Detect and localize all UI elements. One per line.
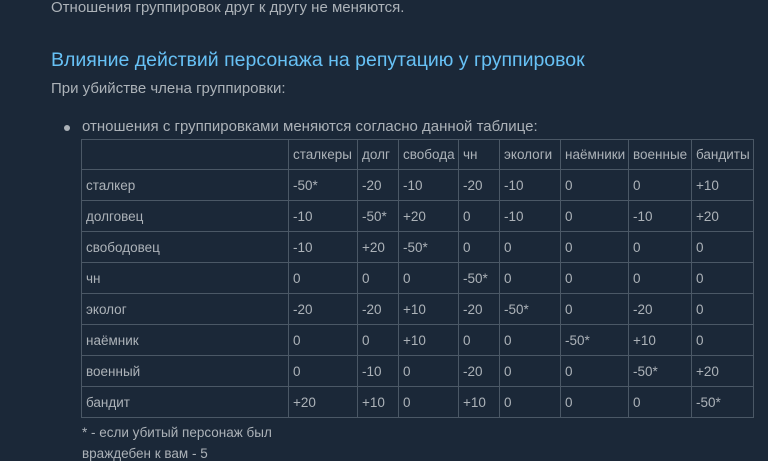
- bullet-item: отношения с группировками меняются согла…: [82, 118, 538, 135]
- table-cell: -10: [499, 200, 561, 232]
- table-cell: +20: [691, 355, 754, 387]
- column-header: [81, 139, 289, 170]
- table-cell: 0: [560, 231, 629, 263]
- table-cell: 0: [499, 386, 561, 418]
- row-label: свободовец: [81, 231, 289, 263]
- table-cell: -20: [628, 293, 692, 325]
- table-row: наёмник 0 0 +10 0 0 -50* +10 0: [81, 324, 754, 356]
- table-cell: -50*: [398, 231, 459, 263]
- table-cell: -50*: [691, 386, 754, 418]
- table-cell: 0: [691, 324, 754, 356]
- table-cell: 0: [499, 355, 561, 387]
- table-cell: 0: [288, 262, 358, 294]
- table-cell: 0: [288, 355, 358, 387]
- table-cell: -20: [458, 169, 500, 201]
- column-header: сталкеры: [288, 139, 358, 170]
- table-cell: 0: [458, 324, 500, 356]
- table-cell: 0: [499, 324, 561, 356]
- bullet-icon: [64, 125, 70, 131]
- table-cell: -50*: [560, 324, 629, 356]
- table-cell: 0: [560, 262, 629, 294]
- table-cell: +20: [357, 231, 399, 263]
- table-row: эколог -20 -20 +10 -20 -50* 0 -20 0: [81, 293, 754, 325]
- column-header: экологи: [499, 139, 561, 170]
- intro-note: Отношения группировок друг к другу не ме…: [51, 0, 405, 16]
- table-cell: +10: [628, 324, 692, 356]
- footnote-continuation: враждебен к вам - 5: [82, 446, 208, 461]
- section-heading: Влияние действий персонажа на репутацию …: [51, 49, 585, 71]
- table-cell: 0: [499, 231, 561, 263]
- table-cell: 0: [560, 355, 629, 387]
- table-row: чн 0 0 0 -50* 0 0 0 0: [81, 262, 754, 294]
- column-header: военные: [628, 139, 692, 170]
- table-cell: +20: [398, 200, 459, 232]
- table-cell: -50*: [499, 293, 561, 325]
- table-cell: -50*: [288, 169, 358, 201]
- table-row: сталкер -50* -20 -10 -20 -10 0 0 +10: [81, 169, 754, 201]
- table-cell: 0: [628, 386, 692, 418]
- table-row: свободовец -10 +20 -50* 0 0 0 0 0: [81, 231, 754, 263]
- table-cell: -10: [499, 169, 561, 201]
- table-cell: 0: [691, 293, 754, 325]
- table-cell: +10: [357, 386, 399, 418]
- table-cell: 0: [398, 386, 459, 418]
- table-cell: 0: [628, 262, 692, 294]
- table-cell: 0: [357, 324, 399, 356]
- table-cell: -20: [458, 293, 500, 325]
- table-cell: +20: [288, 386, 358, 418]
- table-cell: -10: [628, 200, 692, 232]
- row-label: наёмник: [81, 324, 289, 356]
- table-cell: 0: [628, 231, 692, 263]
- reputation-table: сталкеры долг свобода чн экологи наёмник…: [81, 139, 754, 418]
- row-label: эколог: [81, 293, 289, 325]
- table-cell: 0: [560, 169, 629, 201]
- table-cell: -20: [288, 293, 358, 325]
- table-cell: 0: [398, 355, 459, 387]
- table-cell: 0: [691, 231, 754, 263]
- row-label: долговец: [81, 200, 289, 232]
- table-cell: -10: [398, 169, 459, 201]
- table-header-row: сталкеры долг свобода чн экологи наёмник…: [81, 139, 754, 170]
- table-cell: 0: [560, 200, 629, 232]
- table-cell: 0: [398, 262, 459, 294]
- table-cell: 0: [560, 293, 629, 325]
- table-cell: -10: [288, 231, 358, 263]
- table-cell: +10: [458, 386, 500, 418]
- table-cell: 0: [560, 386, 629, 418]
- row-label: бандит: [81, 386, 289, 418]
- table-cell: 0: [288, 324, 358, 356]
- kill-condition-text: При убийстве члена группировки:: [51, 80, 286, 97]
- table-cell: -20: [458, 355, 500, 387]
- table-cell: 0: [357, 262, 399, 294]
- table-row: бандит +20 +10 0 +10 0 0 0 -50*: [81, 386, 754, 418]
- column-header: свобода: [398, 139, 459, 170]
- row-label: военный: [81, 355, 289, 387]
- column-header: наёмники: [560, 139, 629, 170]
- column-header: чн: [458, 139, 500, 170]
- table-cell: -50*: [458, 262, 500, 294]
- table-cell: 0: [458, 231, 500, 263]
- row-label: сталкер: [81, 169, 289, 201]
- table-cell: -10: [288, 200, 358, 232]
- table-cell: 0: [628, 169, 692, 201]
- footnote: * - если убитый персонаж был: [82, 425, 272, 440]
- table-row: долговец -10 -50* +20 0 -10 0 -10 +20: [81, 200, 754, 232]
- table-cell: -50*: [357, 200, 399, 232]
- table-cell: -10: [357, 355, 399, 387]
- table-row: военный 0 -10 0 -20 0 0 -50* +20: [81, 355, 754, 387]
- row-label: чн: [81, 262, 289, 294]
- table-cell: -20: [357, 169, 399, 201]
- table-cell: 0: [458, 200, 500, 232]
- table-cell: 0: [499, 262, 561, 294]
- table-cell: 0: [691, 262, 754, 294]
- table-cell: +10: [691, 169, 754, 201]
- table-cell: +20: [691, 200, 754, 232]
- table-cell: -20: [357, 293, 399, 325]
- table-cell: -50*: [628, 355, 692, 387]
- table-cell: +10: [398, 293, 459, 325]
- column-header: долг: [357, 139, 399, 170]
- table-cell: +10: [398, 324, 459, 356]
- column-header: бандиты: [691, 139, 754, 170]
